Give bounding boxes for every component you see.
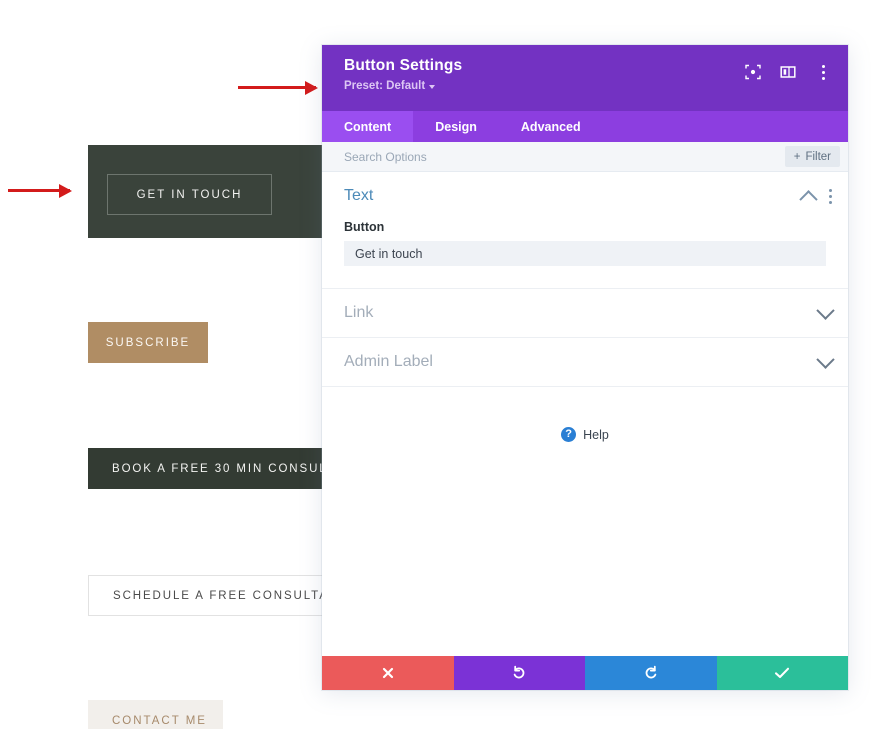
arrow-to-preset <box>238 86 316 89</box>
button-text-label: Button <box>344 220 826 234</box>
plus-icon: + <box>794 151 801 163</box>
help-icon[interactable]: ? <box>561 427 576 442</box>
section-admin-label-title: Admin Label <box>344 353 819 371</box>
screenshot-root: GET IN TOUCH SUBSCRIBE BOOK A FREE 30 MI… <box>0 0 880 729</box>
panel-layout-icon[interactable] <box>779 63 797 81</box>
save-button[interactable] <box>717 656 849 690</box>
redo-button[interactable] <box>585 656 717 690</box>
section-link-header[interactable]: Link <box>322 289 848 337</box>
tab-design[interactable]: Design <box>413 111 499 142</box>
section-text-icons <box>802 189 832 204</box>
search-options-bar: + Filter <box>322 142 848 172</box>
cancel-button[interactable] <box>322 656 454 690</box>
redo-icon <box>643 665 659 681</box>
button-text-input[interactable] <box>344 241 826 266</box>
chevron-up-icon[interactable] <box>799 190 817 208</box>
button-text-field-block: Button <box>322 220 848 288</box>
tab-advanced[interactable]: Advanced <box>499 111 603 142</box>
help-row[interactable]: ? Help <box>322 387 848 442</box>
section-text-header[interactable]: Text <box>322 172 848 220</box>
chevron-down-icon[interactable] <box>816 350 834 368</box>
preview-button-get-in-touch[interactable]: GET IN TOUCH <box>107 174 272 215</box>
close-icon <box>381 666 395 680</box>
section-link-icons <box>819 307 832 320</box>
filter-button[interactable]: + Filter <box>785 146 840 167</box>
section-text: Text Button <box>322 172 848 289</box>
section-link: Link <box>322 289 848 338</box>
modal-titlebar: Button Settings Preset: Default <box>322 45 848 111</box>
undo-icon <box>511 665 527 681</box>
search-options-input[interactable] <box>344 150 664 164</box>
help-label: Help <box>583 428 609 442</box>
check-icon <box>774 666 790 680</box>
focus-target-icon[interactable] <box>744 63 762 81</box>
arrow-to-get-in-touch <box>8 189 70 192</box>
section-text-title: Text <box>344 187 802 205</box>
more-vertical-icon[interactable] <box>814 63 832 81</box>
section-admin-label: Admin Label <box>322 338 848 387</box>
filter-button-label: Filter <box>805 151 831 163</box>
preset-label: Preset: Default <box>344 80 425 92</box>
modal-footer <box>322 656 848 690</box>
tab-content[interactable]: Content <box>322 111 413 142</box>
chevron-down-icon[interactable] <box>816 301 834 319</box>
section-link-title: Link <box>344 304 819 322</box>
undo-button[interactable] <box>454 656 586 690</box>
preview-button-subscribe[interactable]: SUBSCRIBE <box>88 322 208 363</box>
modal-tabbar: Content Design Advanced <box>322 111 848 142</box>
more-vertical-icon[interactable] <box>829 189 832 204</box>
chevron-down-icon <box>429 85 435 89</box>
titlebar-icon-group <box>744 63 832 81</box>
button-settings-modal: Button Settings Preset: Default <box>322 45 848 690</box>
section-admin-label-header[interactable]: Admin Label <box>322 338 848 386</box>
modal-body: Text Button Link <box>322 172 848 656</box>
preset-dropdown[interactable]: Preset: Default <box>344 80 435 92</box>
section-admin-label-icons <box>819 356 832 369</box>
preview-button-contact-me[interactable]: CONTACT ME <box>88 700 223 729</box>
